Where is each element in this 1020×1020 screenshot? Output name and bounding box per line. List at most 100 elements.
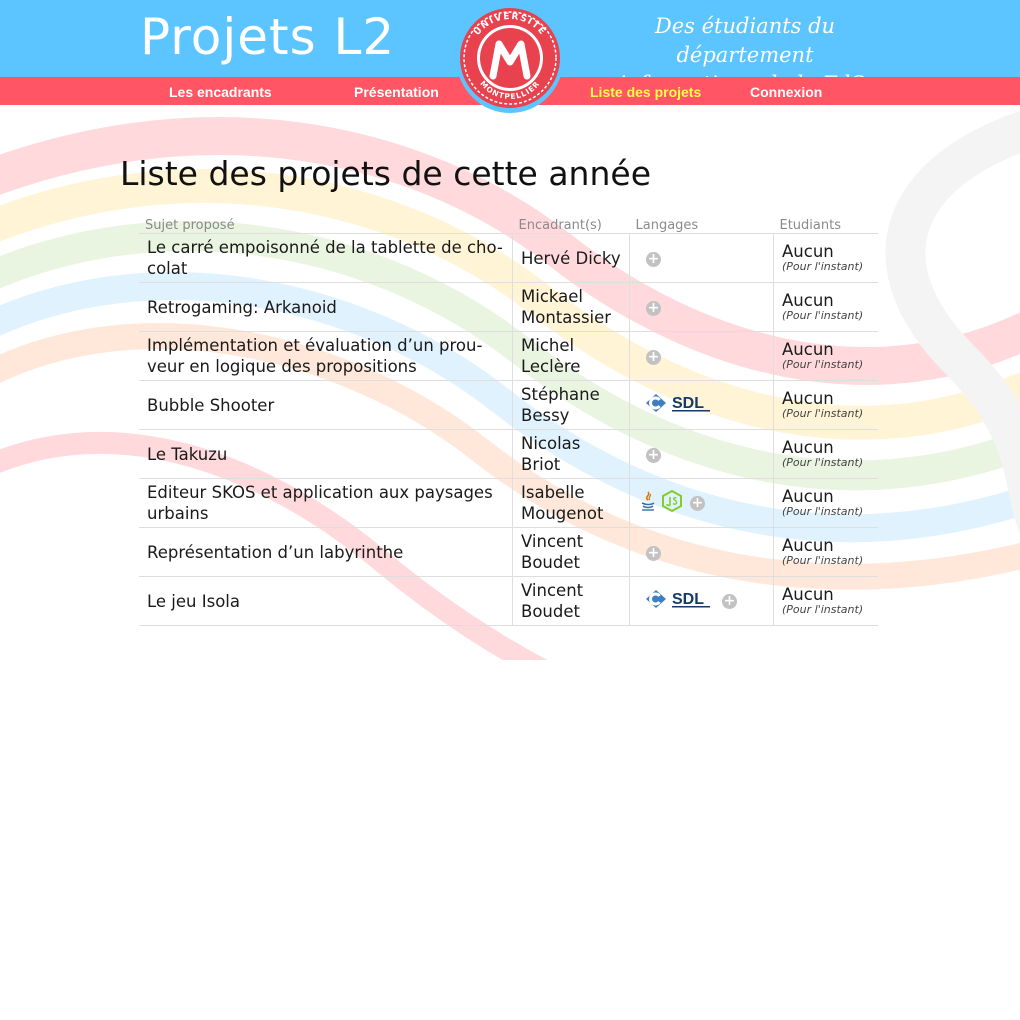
students-value: Aucun <box>782 487 834 506</box>
project-supervisor[interactable]: Mickael Montassier <box>512 282 630 332</box>
project-subject-line: Le Takuzu <box>147 444 228 464</box>
project-students: Aucun (Pour l'instant) <box>773 576 878 626</box>
table-row[interactable]: Retrogaming: Arkanoid Mickael Montassier + A… <box>139 282 878 332</box>
students-value: Aucun <box>782 536 834 555</box>
project-supervisor[interactable]: Nicolas Briot <box>512 429 630 479</box>
table-row[interactable]: Le Takuzu Nicolas Briot + Aucun (Pour l'inst… <box>139 429 878 479</box>
site-title: Projets L2 <box>140 8 396 66</box>
project-subject-line: Retrogaming: Arkanoid <box>147 297 337 317</box>
project-supervisor[interactable]: Michel Leclère <box>512 331 630 381</box>
sdl-logo-icon: SDL <box>670 393 714 418</box>
java-icon <box>640 490 656 517</box>
project-supervisor[interactable]: Hervé Dicky <box>512 233 630 283</box>
project-supervisor[interactable]: Isabelle Mougenot <box>512 478 630 528</box>
plus-circle-icon[interactable]: + <box>646 545 661 561</box>
column-header-subject[interactable]: Sujet proposé <box>139 211 513 234</box>
students-value: Aucun <box>782 438 834 457</box>
plus-circle-icon[interactable]: + <box>646 300 661 316</box>
column-header-students[interactable]: Etudiants <box>773 211 878 234</box>
project-supervisor[interactable]: Vincent Boudet <box>512 527 630 577</box>
university-logo[interactable]: UNIVERSITÉ MONTPELLIER <box>449 0 571 118</box>
project-languages: + <box>629 527 774 577</box>
project-languages: + <box>629 429 774 479</box>
plus-circle-icon[interactable]: + <box>690 495 705 511</box>
project-languages: + <box>629 233 774 283</box>
table-row[interactable]: Représentation d’un labyrinthe Vincent Bou… <box>139 527 878 577</box>
supervisor-name-line: Leclère <box>521 357 581 376</box>
column-header-languages[interactable]: Langages <box>629 211 774 234</box>
students-value: Aucun <box>782 340 834 359</box>
supervisor-name-line: Mickael <box>521 287 584 306</box>
project-students: Aucun (Pour l'instant) <box>773 478 878 528</box>
sdl-logo-text: SDL <box>672 591 704 608</box>
project-subject-line: Représentation d’un labyrinthe <box>147 542 404 562</box>
supervisor-name-line: Vincent <box>521 532 584 551</box>
table-row[interactable]: Bubble Shooter Stéphane Bessy SDL Aucun (Pour… <box>139 380 878 430</box>
students-note: (Pour l'instant) <box>782 456 864 469</box>
column-header-supervisor[interactable]: Encadrant(s) <box>512 211 630 234</box>
project-subject-line: veur en logique des propositions <box>147 357 417 376</box>
table-row[interactable]: Le carré empoisonné de la tablette de ch… <box>139 233 878 283</box>
project-subject-line: Editeur SKOS et application aux paysages <box>147 483 493 502</box>
nav-link-connexion[interactable]: Connexion <box>750 84 822 100</box>
project-supervisor[interactable]: Vincent Boudet <box>512 576 630 626</box>
plus-circle-icon[interactable]: + <box>646 251 661 267</box>
supervisor-name-line: Montassier <box>521 308 612 327</box>
nav-link-liste-projets[interactable]: Liste des projets <box>590 84 701 100</box>
page-title: Liste des projets de cette année <box>120 154 651 193</box>
project-subject-line: urbains <box>147 504 209 523</box>
project-subject[interactable]: Bubble Shooter <box>139 380 513 430</box>
sdl-logo-text: SDL <box>672 395 704 412</box>
supervisor-name-line: Boudet <box>521 553 580 572</box>
plus-circle-icon[interactable]: + <box>646 349 661 365</box>
c-language-icon <box>644 589 668 614</box>
project-subject-line: colat <box>147 259 188 278</box>
c-language-icon <box>644 393 668 418</box>
students-note: (Pour l'instant) <box>782 260 864 273</box>
tagline-line: Des étudiants du département <box>654 14 836 67</box>
project-students: Aucun (Pour l'instant) <box>773 527 878 577</box>
students-note: (Pour l'instant) <box>782 505 864 518</box>
project-students: Aucun (Pour l'instant) <box>773 233 878 283</box>
supervisor-name-line: Stéphane <box>521 385 600 404</box>
students-value: Aucun <box>782 242 834 261</box>
nav-link-presentation[interactable]: Présentation <box>354 84 439 100</box>
table-row[interactable]: Editeur SKOS et application aux paysages… <box>139 478 878 528</box>
project-languages: SDL <box>629 380 774 430</box>
table-header-row: Sujet proposé Encadrant(s) Langages Etud… <box>139 211 878 234</box>
project-subject[interactable]: Le jeu Isola <box>139 576 513 626</box>
supervisor-name-line: Vincent <box>521 581 584 600</box>
sdl-logo-icon: SDL <box>670 589 714 614</box>
table-row[interactable]: Implémentation et évaluation d’un prou-v… <box>139 331 878 381</box>
projects-table: Sujet proposé Encadrant(s) Langages Etud… <box>139 211 878 626</box>
supervisor-name-line: Isabelle <box>521 483 585 502</box>
plus-circle-icon[interactable]: + <box>646 447 661 463</box>
project-languages: + <box>629 331 774 381</box>
plus-circle-icon[interactable]: + <box>722 593 737 609</box>
project-languages: + <box>629 478 774 528</box>
supervisor-name-line: Hervé Dicky <box>521 248 621 268</box>
project-supervisor[interactable]: Stéphane Bessy <box>512 380 630 430</box>
project-subject[interactable]: Retrogaming: Arkanoid <box>139 282 513 332</box>
project-subject[interactable]: Représentation d’un labyrinthe <box>139 527 513 577</box>
project-subject[interactable]: Le Takuzu <box>139 429 513 479</box>
students-value: Aucun <box>782 389 834 408</box>
project-languages: + <box>629 282 774 332</box>
project-subject[interactable]: Le carré empoisonné de la tablette de ch… <box>139 233 513 283</box>
table-row[interactable]: Le jeu Isola Vincent Boudet SDL + Aucun (Pour … <box>139 576 878 626</box>
nav-link-encadrants[interactable]: Les encadrants <box>169 84 272 100</box>
students-note: (Pour l'instant) <box>782 407 864 420</box>
project-subject-line: Bubble Shooter <box>147 395 275 415</box>
project-students: Aucun (Pour l'instant) <box>773 380 878 430</box>
students-value: Aucun <box>782 585 834 604</box>
supervisor-name-line: Bessy <box>521 406 570 425</box>
students-note: (Pour l'instant) <box>782 309 864 322</box>
project-subject-line: Le jeu Isola <box>147 591 240 611</box>
project-subject[interactable]: Editeur SKOS et application aux paysages… <box>139 478 513 528</box>
students-note: (Pour l'instant) <box>782 603 864 616</box>
project-students: Aucun (Pour l'instant) <box>773 429 878 479</box>
project-subject[interactable]: Implémentation et évaluation d’un prou-v… <box>139 331 513 381</box>
project-students: Aucun (Pour l'instant) <box>773 282 878 332</box>
students-note: (Pour l'instant) <box>782 554 864 567</box>
students-note: (Pour l'instant) <box>782 358 864 371</box>
